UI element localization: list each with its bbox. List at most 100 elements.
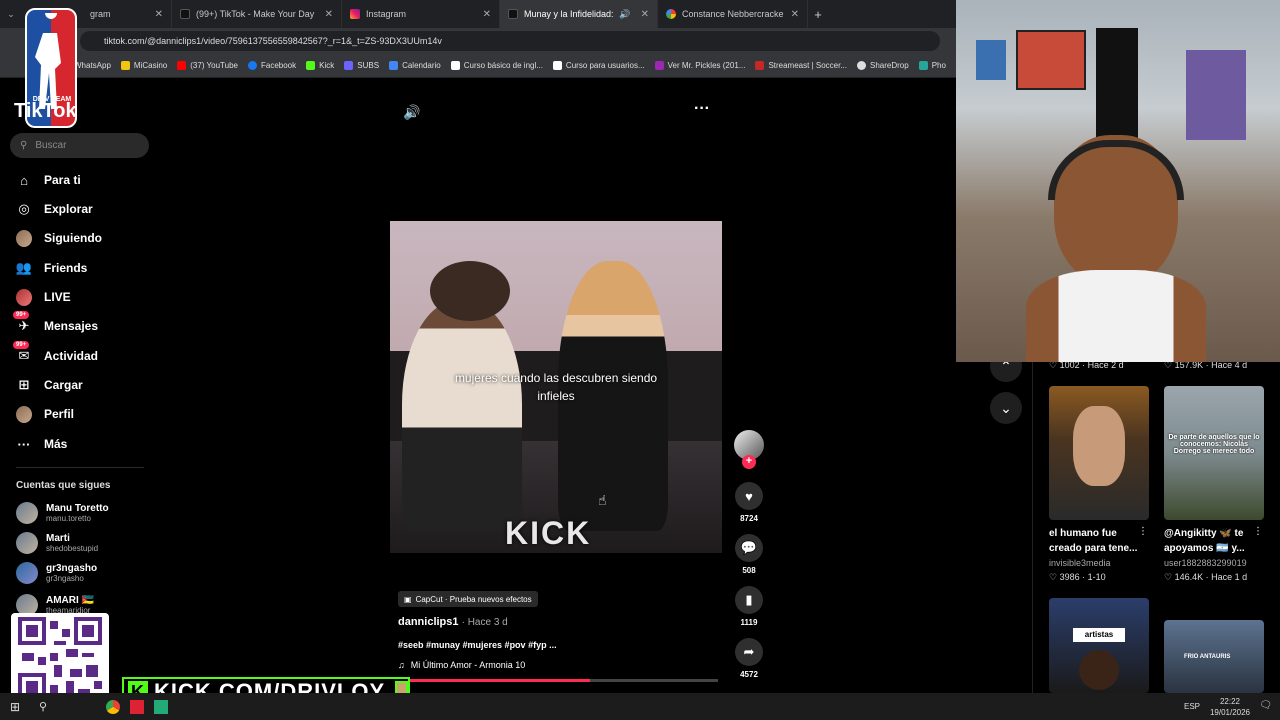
bookmark-micasino[interactable]: MiCasino xyxy=(120,61,167,70)
close-icon[interactable]: ✕ xyxy=(483,9,491,20)
nav-siguiendo[interactable]: Siguiendo xyxy=(16,229,102,247)
friends-icon: 👥 xyxy=(15,260,33,275)
bookmark-sharedrop[interactable]: ShareDrop xyxy=(857,61,909,70)
bookmark-streameast[interactable]: Streameast | Soccer... xyxy=(755,61,847,70)
save-button[interactable]: ▮ 1119 xyxy=(734,586,764,627)
share-button[interactable]: ➦ 4572 xyxy=(734,638,764,679)
bookmark-youtube[interactable]: (37) YouTube xyxy=(177,61,238,70)
account-name: gr3ngasho xyxy=(46,563,98,574)
related-thumbnail[interactable]: artistas xyxy=(1049,598,1149,693)
course-icon xyxy=(552,61,562,70)
tiktok-logo[interactable]: TikTok xyxy=(14,100,77,123)
more-options-icon[interactable]: ⋮ xyxy=(1138,526,1148,537)
nav-explorar[interactable]: ◎ Explorar xyxy=(16,201,92,217)
video-author[interactable]: danniclips1 · Hace 3 d xyxy=(398,616,508,628)
close-icon[interactable]: ✕ xyxy=(325,9,333,20)
windows-start-icon[interactable]: ⊞ xyxy=(0,700,30,714)
streamer-body xyxy=(1026,270,1206,362)
bookmark-subs[interactable]: SUBS xyxy=(344,61,379,70)
like-button[interactable]: ♥ 8724 xyxy=(734,482,764,523)
notifications-icon[interactable]: 🗨 xyxy=(1259,700,1272,711)
tab-label: Instagram xyxy=(366,9,407,19)
related-meta: ♡ 146.4K · Hace 1 d xyxy=(1164,572,1248,582)
micasino-icon xyxy=(120,61,130,70)
video-icon xyxy=(654,61,664,70)
language-indicator[interactable]: ESP xyxy=(1184,702,1200,711)
tab-label: (99+) TikTok - Make Your Day xyxy=(196,9,315,19)
speaker-icon[interactable]: 🔊 xyxy=(619,9,630,20)
related-meta: ♡ 3986 · 1-10 xyxy=(1049,572,1106,582)
following-item[interactable]: gr3ngasho gr3ngasho xyxy=(16,562,97,584)
video-progress-bar[interactable] xyxy=(398,679,718,682)
bookmark-mr-pickles[interactable]: Ver Mr. Pickles (201... xyxy=(654,61,745,70)
facebook-icon xyxy=(248,61,257,70)
tab-3[interactable]: Instagram ✕ xyxy=(342,0,500,28)
nav-perfil[interactable]: Perfil xyxy=(16,405,74,423)
search-icon[interactable]: ⚲ xyxy=(30,700,56,713)
bookmark-label: Facebook xyxy=(261,61,297,70)
volume-icon[interactable]: 🔊 xyxy=(403,104,420,121)
nav-label: Actividad xyxy=(44,349,99,363)
video-music[interactable]: ♫ Mi Último Amor - Armonia 10 xyxy=(398,660,525,670)
bookmark-kick[interactable]: Kick xyxy=(306,61,334,70)
related-title[interactable]: el humano fue creado para tene... xyxy=(1049,526,1149,556)
new-tab-button[interactable]: + xyxy=(808,7,828,22)
nav-cargar[interactable]: ⊞ Cargar xyxy=(16,377,83,393)
post-time: · Hace 3 d xyxy=(461,617,508,628)
tab-label: Constance Nebbercracke - Busc xyxy=(682,9,785,19)
share-icon: ➦ xyxy=(735,638,763,666)
author-name: danniclips1 xyxy=(398,616,459,628)
nav-friends[interactable]: 👥 Friends xyxy=(16,260,87,276)
bookmark-curso-usuarios[interactable]: Curso para usuarios... xyxy=(552,61,645,70)
close-icon[interactable]: ✕ xyxy=(791,9,799,20)
tab-5[interactable]: Constance Nebbercracke - Busc ✕ xyxy=(658,0,808,28)
thumbnail-overlay-text: artistas xyxy=(1073,628,1125,642)
bookmark-pho[interactable]: Pho xyxy=(918,61,946,70)
tab-2[interactable]: (99+) TikTok - Make Your Day ✕ xyxy=(172,0,342,28)
music-note-icon: ♫ xyxy=(398,660,405,670)
related-thumbnail[interactable]: FRIO ANTAURIS xyxy=(1164,620,1264,693)
more-options-icon[interactable]: ··· xyxy=(694,100,710,118)
related-thumbnail[interactable] xyxy=(1049,386,1149,520)
tab-4[interactable]: Munay y la Infidelidad: Un F 🔊 ✕ xyxy=(500,0,658,28)
google-favicon-icon xyxy=(666,9,676,19)
nav-label: Siguiendo xyxy=(44,231,102,245)
nav-mas[interactable]: ··· Más xyxy=(16,436,68,452)
url-field[interactable]: tiktok.com/@danniclips1/video/7596137556… xyxy=(80,31,940,51)
following-item[interactable]: Manu Toretto manu.toretto xyxy=(16,502,109,524)
next-video-button[interactable]: ⌄ xyxy=(990,392,1022,424)
related-user[interactable]: invisible3media xyxy=(1049,558,1111,568)
nav-live[interactable]: LIVE xyxy=(16,288,71,306)
tab-search-icon[interactable]: ⌄ xyxy=(0,9,22,20)
close-icon[interactable]: ✕ xyxy=(155,9,163,20)
app-icon[interactable] xyxy=(130,699,144,714)
video-hashtags[interactable]: #seeb #munay #mujeres #pov #fyp ... xyxy=(398,640,557,650)
nav-mensajes[interactable]: ✈ 99+ Mensajes xyxy=(13,311,98,334)
capcut-link[interactable]: ▣ CapCut · Prueba nuevos efectos xyxy=(398,591,538,607)
app-icon[interactable] xyxy=(154,699,168,714)
bookmark-calendario[interactable]: Calendario xyxy=(389,61,441,70)
bookmark-facebook[interactable]: Facebook xyxy=(248,61,296,70)
man-figure xyxy=(402,301,522,531)
chrome-icon[interactable] xyxy=(106,699,120,714)
search-input[interactable]: ⚲ Buscar xyxy=(10,133,149,158)
related-title[interactable]: @Angikitty 🦋 te apoyamos 🇦🇷 y... xyxy=(1164,526,1264,556)
clock-date: 19/01/2026 xyxy=(1209,708,1250,717)
nav-para-ti[interactable]: ⌂ Para ti xyxy=(16,172,81,188)
comment-button[interactable]: 💬 508 xyxy=(734,534,764,575)
account-name: Marti xyxy=(46,533,70,544)
close-icon[interactable]: ✕ xyxy=(641,9,649,20)
more-options-icon[interactable]: ⋮ xyxy=(1253,526,1263,537)
bookmark-label: Curso para usuarios... xyxy=(565,61,645,70)
taskbar-clock[interactable]: 22:22 19/01/2026 xyxy=(1210,696,1250,718)
nav-actividad[interactable]: ✉ 99+ Actividad xyxy=(13,341,99,364)
follow-plus-icon[interactable]: + xyxy=(742,455,756,469)
related-thumbnail[interactable]: De parte de aquellos que lo conocemos: N… xyxy=(1164,386,1264,520)
following-item[interactable]: Marti shedobestupid xyxy=(16,532,98,554)
capcut-icon: ▣ xyxy=(404,594,412,604)
related-user[interactable]: user1882883299019 xyxy=(1164,558,1247,568)
address-bar-row: tiktok.com/@danniclips1/video/7596137556… xyxy=(0,28,956,54)
bookmark-label: Kick xyxy=(319,61,335,70)
bookmark-label: Pho xyxy=(931,61,946,70)
bookmark-curso-ingles[interactable]: Curso básico de ingl... xyxy=(450,61,543,70)
